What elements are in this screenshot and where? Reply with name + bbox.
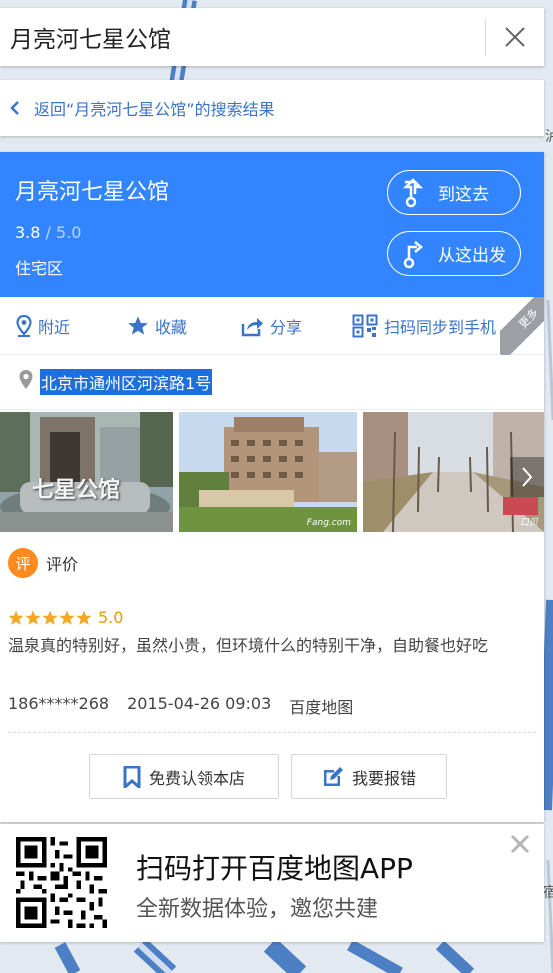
clear-search-button[interactable] (486, 8, 544, 66)
photo-watermark: Fang.com (306, 518, 351, 528)
review-date: 2015-04-26 09:03 (127, 694, 272, 713)
route-to-label: 到这去 (438, 185, 489, 205)
address-row: 北京市通州区河滨路1号 (0, 355, 544, 410)
search-input[interactable] (0, 8, 485, 66)
review-score: 5.0 (98, 608, 124, 627)
share-icon (240, 315, 264, 337)
map-label: 泸 (545, 129, 553, 145)
nearby-label: 附近 (38, 318, 71, 337)
share-button[interactable]: 分享 (240, 311, 302, 341)
qr-code-icon (352, 314, 378, 338)
photo-entrance-sign[interactable]: 七星公馆 (0, 412, 173, 532)
rating-max: / 5.0 (40, 223, 82, 242)
route-to-icon (388, 177, 438, 208)
edit-icon (322, 766, 344, 788)
review-stars: 5.0 (8, 608, 123, 627)
divider (8, 732, 536, 733)
qr-sync-label: 扫码同步到手机 (384, 318, 497, 337)
review-meta: 186*****268 2015-04-26 09:03 百度地图 (8, 694, 371, 718)
address-text[interactable]: 北京市通州区河滨路1号 (40, 369, 213, 395)
photo-gallery: 七星公馆 Fang.com 口贝 (0, 412, 544, 532)
map-pin-icon (18, 369, 34, 395)
review-text: 温泉真的特别好，虽然小贵，但环境什么的特别干净，自助餐也好吃 (8, 636, 489, 655)
review-title: 评价 (46, 555, 79, 574)
chevron-left-icon (8, 100, 30, 116)
back-to-results-link[interactable]: 返回“月亮河七星公馆”的搜索结果 (0, 80, 544, 136)
banner-subtitle: 全新数据体验，邀您共建 (136, 897, 379, 922)
review-source: 百度地图 (289, 698, 354, 717)
photo-walkway[interactable]: 口贝 (363, 412, 544, 532)
place-header: 月亮河七星公馆 3.8 / 5.0 住宅区 到这去 从这出发 (0, 152, 544, 297)
qr-sync-button[interactable]: 扫码同步到手机 (352, 311, 496, 341)
rating-value: 3.8 (15, 223, 41, 242)
share-label: 分享 (270, 318, 303, 337)
close-icon (505, 27, 525, 47)
route-from-icon (388, 239, 438, 269)
photo-sign-text: 七星公馆 (32, 478, 121, 503)
route-from-label: 从这出发 (438, 246, 506, 266)
review-header: 评 评价 (8, 548, 78, 578)
chevron-right-icon (522, 467, 533, 487)
review-badge: 评 (8, 548, 38, 578)
claim-label: 免费认领本店 (148, 768, 245, 788)
qr-code-image[interactable] (16, 837, 107, 928)
photo-watermark: 口贝 (519, 518, 538, 528)
place-detail-card: 月亮河七星公馆 3.8 / 5.0 住宅区 到这去 从这出发 附近 收藏 分享 … (0, 152, 544, 822)
star-rating-icon (8, 610, 92, 625)
more-corner-button[interactable]: 更多 (500, 297, 544, 355)
banner-close-button[interactable] (508, 832, 532, 856)
nearby-button[interactable]: 附近 (16, 311, 70, 341)
back-label: 返回“月亮河七星公馆”的搜索结果 (34, 100, 275, 119)
banner-headline: 扫码打开百度地图APP (136, 852, 413, 885)
app-download-banner: 扫码打开百度地图APP 全新数据体验，邀您共建 (0, 824, 544, 942)
report-error-button[interactable]: 我要报错 (291, 754, 447, 799)
review-user: 186*****268 (8, 694, 110, 713)
favorite-button[interactable]: 收藏 (127, 311, 187, 341)
place-rating: 3.8 / 5.0 (15, 223, 81, 242)
photo-building-exterior[interactable]: Fang.com (179, 412, 357, 532)
gallery-next-button[interactable] (510, 457, 544, 497)
route-to-here-button[interactable]: 到这去 (387, 170, 521, 215)
star-icon (127, 315, 149, 337)
close-icon (510, 834, 530, 854)
location-pin-icon (16, 315, 32, 337)
map-label: 宿 (543, 885, 553, 901)
report-label: 我要报错 (351, 768, 416, 788)
claim-store-button[interactable]: 免费认领本店 (89, 754, 279, 799)
bookmark-icon (123, 765, 141, 788)
search-bar (0, 8, 544, 66)
place-title: 月亮河七星公馆 (15, 180, 170, 205)
action-bar: 附近 收藏 分享 扫码同步到手机 更多 (0, 297, 544, 355)
route-from-here-button[interactable]: 从这出发 (387, 231, 521, 276)
favorite-label: 收藏 (155, 318, 188, 337)
more-label: 更多 (500, 297, 544, 355)
place-category: 住宅区 (15, 259, 64, 278)
